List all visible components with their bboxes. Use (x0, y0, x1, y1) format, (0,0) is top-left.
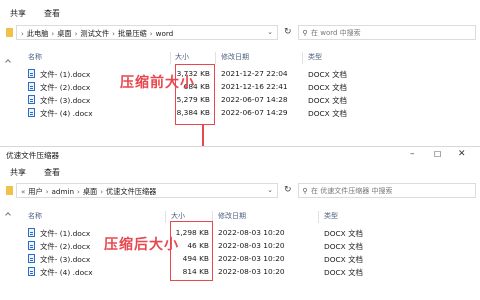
chevron-double-left-icon: « (21, 187, 26, 196)
column-divider[interactable] (318, 211, 319, 223)
search-placeholder: 在 优速文件压缩器 中搜索 (311, 186, 393, 195)
docx-file-icon (28, 108, 35, 117)
docx-file-icon (28, 228, 35, 237)
docx-file-icon (28, 241, 35, 250)
file-date: 2021-12-27 22:04 (221, 69, 288, 78)
breadcrumb-word[interactable]: word (154, 29, 176, 38)
file-type: DOCX 文档 (308, 109, 347, 118)
file-row[interactable]: 文件- (2).docx 684 KB 2021-12-16 22:41 DOC… (0, 81, 480, 93)
annotation-after-compression: 压缩后大小 (104, 237, 179, 253)
explorer-window-word: 共享 查看 › 此电脑 › 桌面 › 测试文件 › 批量压缩 › word ⌄ … (0, 0, 480, 142)
folder-icon (6, 28, 13, 37)
file-row[interactable]: 文件- (4) .docx 814 KB 2022-08-03 10:20 DO… (0, 266, 480, 278)
search-placeholder: 在 word 中搜索 (311, 28, 361, 37)
chevron-right-icon: › (21, 29, 24, 38)
file-name: 文件- (2).docx (40, 83, 91, 92)
folder-icon (6, 186, 13, 195)
column-divider[interactable] (165, 211, 166, 223)
breadcrumb-batch-compress[interactable]: 批量压缩 (116, 29, 149, 39)
file-type: DOCX 文档 (308, 83, 347, 92)
column-divider[interactable] (302, 52, 303, 64)
maximize-icon[interactable]: ☐ (434, 150, 441, 159)
file-row[interactable]: 文件- (2).docx 46 KB 2022-08-03 10:20 DOCX… (0, 240, 480, 252)
column-divider[interactable] (215, 52, 216, 64)
ribbon-tab-share[interactable]: 共享 (10, 8, 26, 19)
column-header-size[interactable]: 大小 (175, 52, 189, 62)
breadcrumb-desktop[interactable]: 桌面 (55, 29, 73, 39)
address-row: › 此电脑 › 桌面 › 测试文件 › 批量压缩 › word ⌄ ↻ ⚲ 在 … (0, 25, 480, 41)
file-type: DOCX 文档 (324, 268, 363, 277)
file-date: 2022-08-03 10:20 (218, 254, 285, 263)
file-name: 文件- (4) .docx (40, 109, 93, 118)
file-name: 文件- (2).docx (40, 242, 91, 251)
ribbon-tab-share[interactable]: 共享 (10, 167, 26, 178)
search-box[interactable]: ⚲ 在 优速文件压缩器 中搜索 (298, 183, 476, 198)
file-name: 文件- (4) .docx (40, 268, 93, 277)
minimize-icon[interactable]: – (410, 149, 415, 159)
chevron-down-icon[interactable]: ⌄ (267, 186, 273, 194)
docx-file-icon (28, 267, 35, 276)
file-date: 2022-08-03 10:20 (218, 241, 285, 250)
address-bar[interactable]: › 此电脑 › 桌面 › 测试文件 › 批量压缩 › word ⌄ (16, 25, 278, 40)
file-type: DOCX 文档 (308, 96, 347, 105)
file-row[interactable]: 文件- (1).docx 3,732 KB 2021-12-27 22:04 D… (0, 68, 480, 80)
file-name: 文件- (3).docx (40, 96, 91, 105)
file-name: 文件- (3).docx (40, 255, 91, 264)
file-date: 2021-12-16 22:41 (221, 82, 288, 91)
chevron-down-icon[interactable]: ⌄ (267, 28, 273, 36)
annotation-before-compression: 压缩前大小 (120, 75, 195, 91)
file-date: 2022-06-07 14:29 (221, 108, 288, 117)
column-header-type[interactable]: 类型 (324, 211, 338, 221)
column-header-name[interactable]: 名称 (28, 52, 42, 62)
file-date: 2022-08-03 10:20 (218, 228, 285, 237)
ribbon-tab-view[interactable]: 查看 (44, 167, 60, 178)
window-title: 优速文件压缩器 (6, 151, 60, 160)
breadcrumb-this-pc[interactable]: 此电脑 (25, 29, 51, 39)
breadcrumb-desktop[interactable]: 桌面 (81, 187, 99, 197)
breadcrumb-compressor[interactable]: 优速文件压缩器 (104, 187, 158, 197)
file-name: 文件- (1).docx (40, 229, 91, 238)
file-type: DOCX 文档 (324, 229, 363, 238)
search-icon: ⚲ (302, 28, 308, 37)
breadcrumb-admin[interactable]: admin (50, 187, 77, 196)
breadcrumb-test-files[interactable]: 测试文件 (78, 29, 111, 39)
column-header-size[interactable]: 大小 (171, 211, 185, 221)
file-type: DOCX 文档 (324, 242, 363, 251)
file-type: DOCX 文档 (324, 255, 363, 264)
file-row[interactable]: 文件- (3).docx 494 KB 2022-08-03 10:20 DOC… (0, 253, 480, 265)
column-header-type[interactable]: 类型 (308, 52, 322, 62)
refresh-icon[interactable]: ↻ (284, 27, 292, 37)
address-row: « 用户 › admin › 桌面 › 优速文件压缩器 ⌄ ↻ ⚲ 在 优速文件… (0, 183, 480, 199)
column-header-row: 名称 大小 修改日期 类型 (0, 210, 480, 223)
file-name: 文件- (1).docx (40, 70, 91, 79)
close-icon[interactable]: ✕ (458, 149, 466, 159)
column-header-name[interactable]: 名称 (28, 211, 42, 221)
file-row[interactable]: 文件- (3).docx 5,279 KB 2022-06-07 14:28 D… (0, 94, 480, 106)
file-row[interactable]: 文件- (1).docx 1,298 KB 2022-08-03 10:20 D… (0, 227, 480, 239)
file-row[interactable]: 文件- (4) .docx 8,384 KB 2022-06-07 14:29 … (0, 107, 480, 119)
ribbon-tab-view[interactable]: 查看 (44, 8, 60, 19)
search-icon: ⚲ (302, 186, 308, 195)
file-type: DOCX 文档 (308, 70, 347, 79)
docx-file-icon (28, 82, 35, 91)
title-bar: 优速文件压缩器 – ☐ ✕ (0, 147, 480, 161)
search-box[interactable]: ⚲ 在 word 中搜索 (298, 25, 476, 40)
file-date: 2022-08-03 10:20 (218, 267, 285, 276)
docx-file-icon (28, 254, 35, 263)
column-header-row: 名称 大小 修改日期 类型 (0, 51, 480, 64)
column-divider[interactable] (170, 52, 171, 64)
refresh-icon[interactable]: ↻ (284, 185, 292, 195)
docx-file-icon (28, 95, 35, 104)
file-date: 2022-06-07 14:28 (221, 95, 288, 104)
explorer-window-compressor: 优速文件压缩器 – ☐ ✕ 共享 查看 « 用户 › admin › 桌面 › … (0, 146, 480, 300)
address-bar[interactable]: « 用户 › admin › 桌面 › 优速文件压缩器 ⌄ (16, 183, 278, 198)
column-header-date[interactable]: 修改日期 (218, 211, 246, 221)
docx-file-icon (28, 69, 35, 78)
column-header-date[interactable]: 修改日期 (221, 52, 249, 62)
breadcrumb-users[interactable]: 用户 (26, 187, 44, 197)
